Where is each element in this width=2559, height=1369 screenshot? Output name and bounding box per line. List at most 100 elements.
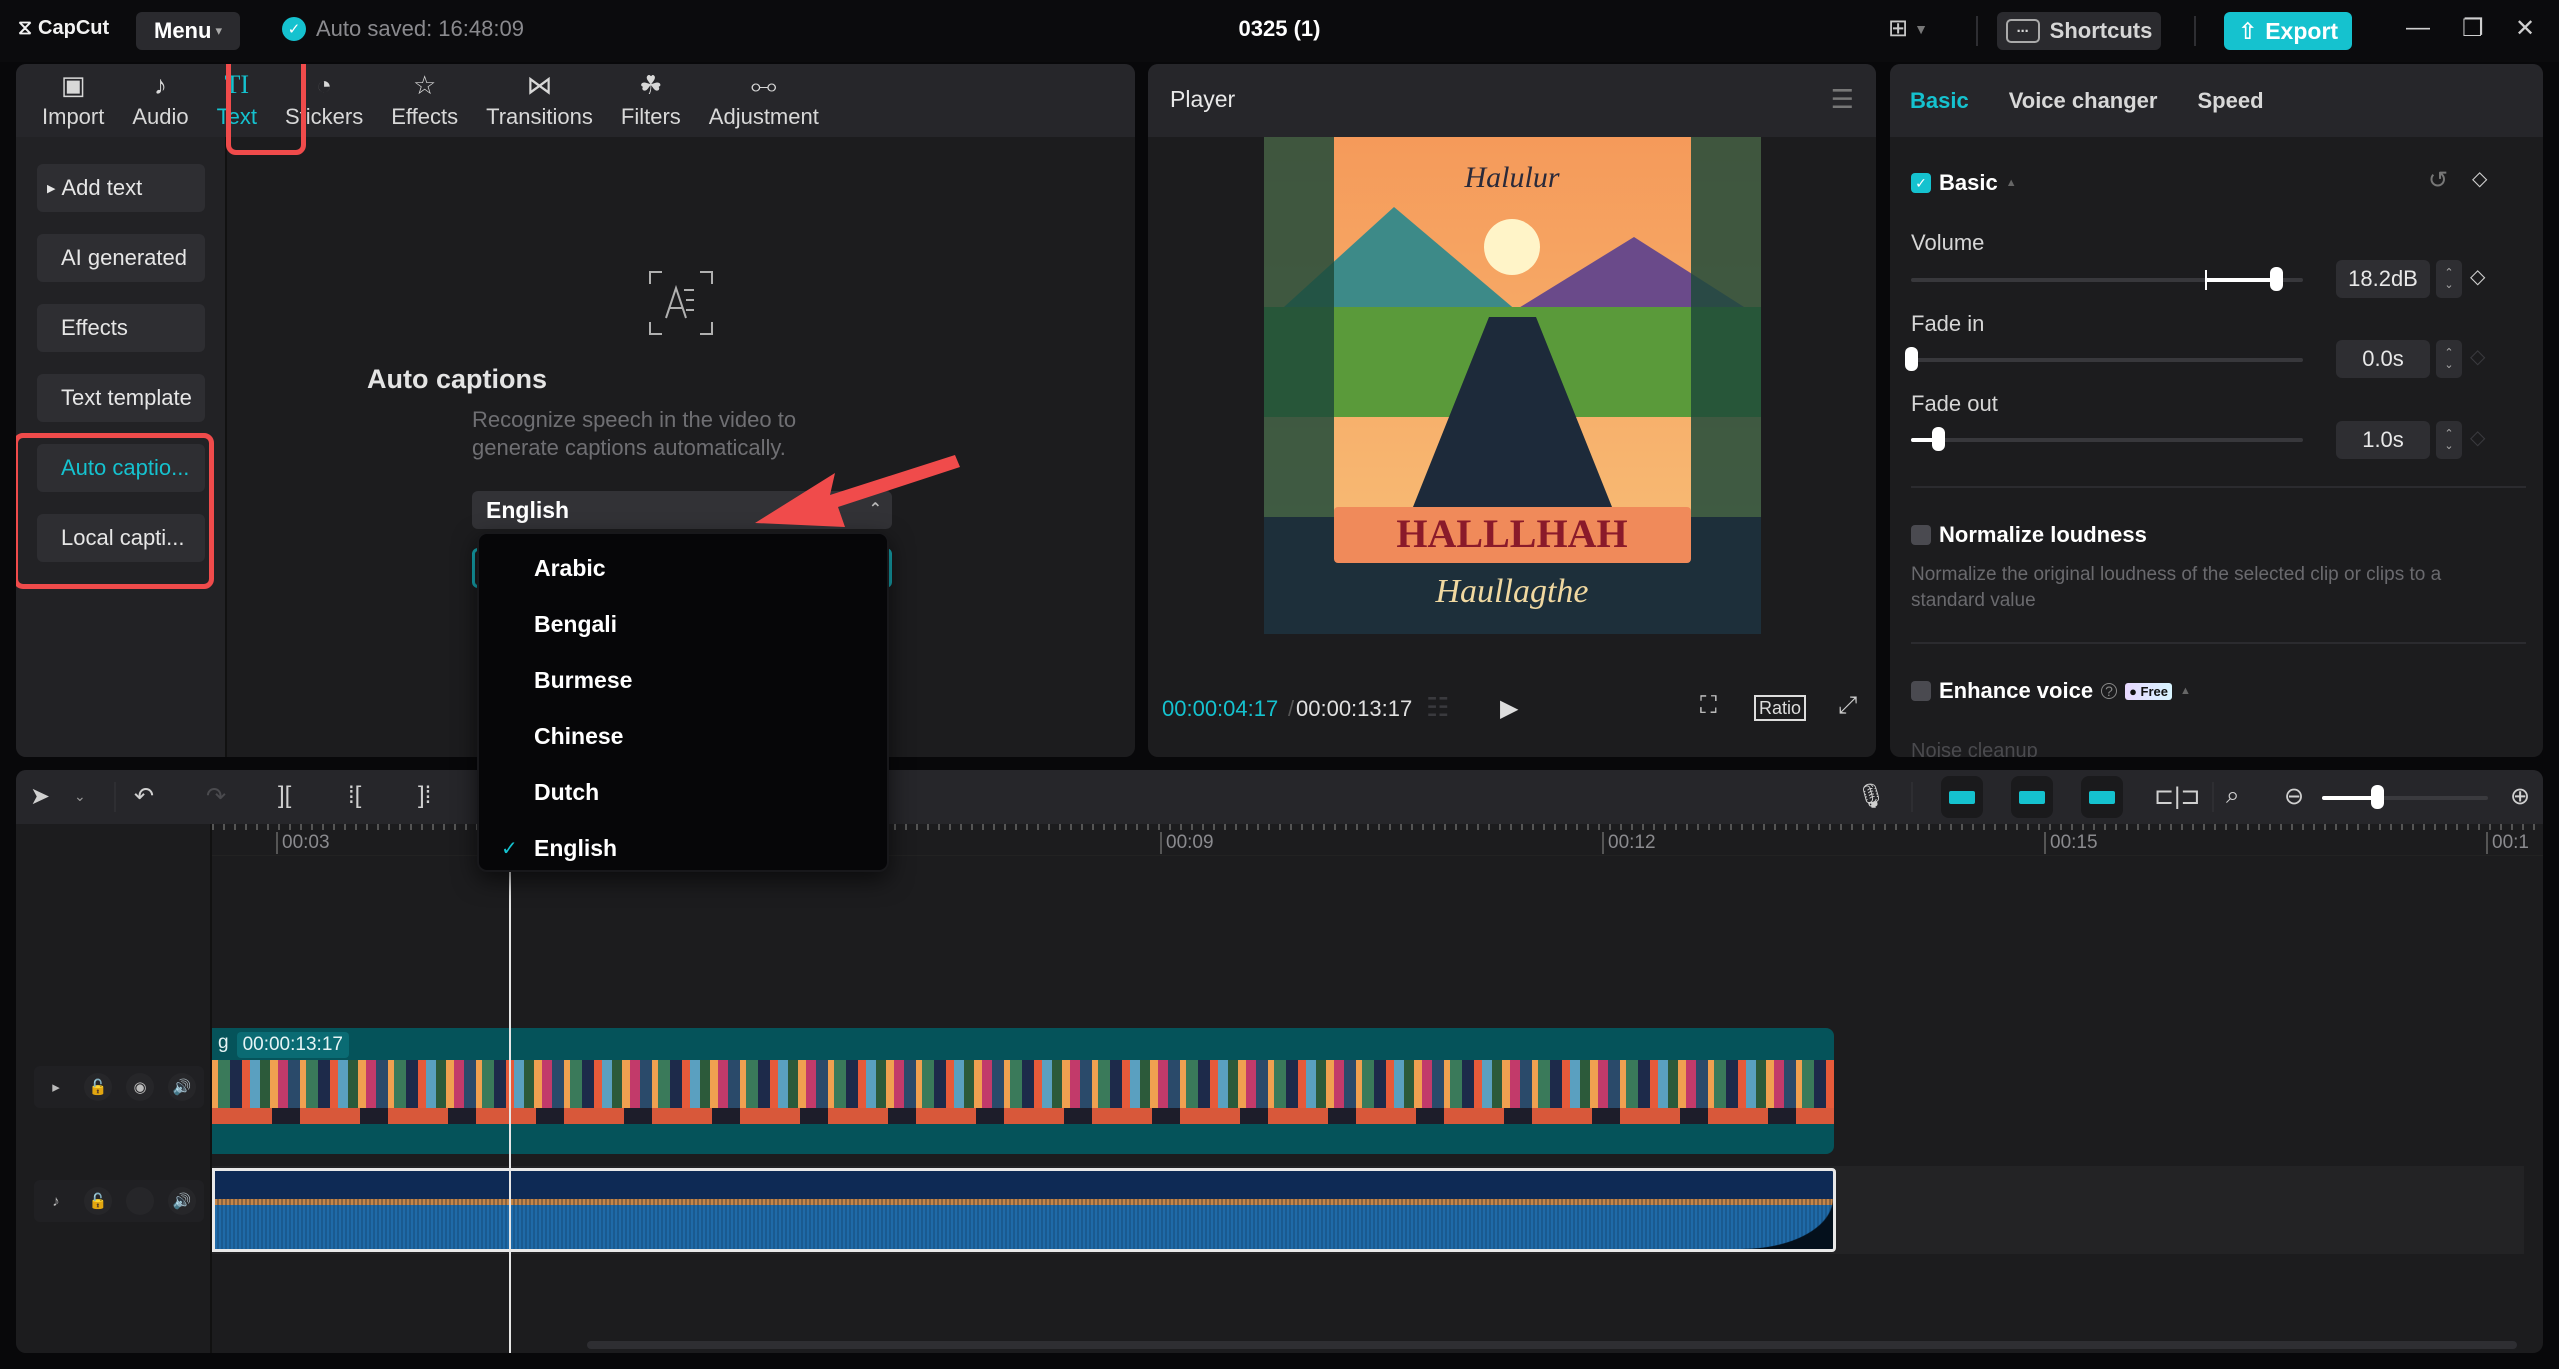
ruler-label: 00:12 [1602, 832, 1656, 854]
sidebar-item-add-text[interactable]: ▶ Add text [37, 164, 205, 212]
collapse-caret-icon[interactable]: ▲ [2006, 177, 2017, 189]
delete-right-icon[interactable]: ]⁞ [418, 782, 431, 810]
fade-in-keyframe-icon: ◇ [2470, 346, 2486, 368]
playhead[interactable] [509, 824, 511, 1353]
volume-keyframe-icon[interactable]: ◇ [2470, 264, 2485, 289]
tab-transitions[interactable]: ⋈ Transitions [472, 64, 607, 137]
export-button[interactable]: ⇧ Export [2224, 12, 2352, 50]
fade-in-value[interactable]: 0.0s [2336, 340, 2430, 378]
snap-icon [2019, 790, 2045, 804]
volume-value[interactable]: 18.2dB [2336, 260, 2430, 298]
normalize-description: Normalize the original loudness of the s… [1911, 564, 2442, 611]
divider [1976, 16, 1978, 46]
fade-out-value[interactable]: 1.0s [2336, 421, 2430, 459]
basic-checkbox[interactable]: ✓ [1911, 173, 1931, 193]
annotation-arrow-icon [755, 455, 960, 527]
volume-stepper[interactable]: ⌃ ⌄ [2436, 260, 2462, 298]
tab-voice-changer[interactable]: Voice changer [2009, 88, 2158, 114]
fullscreen-icon[interactable]: ⤢ [1838, 692, 1857, 720]
fade-out-keyframe-icon: ◇ [2470, 427, 2486, 449]
delete-left-icon[interactable]: ⁞[ [348, 782, 361, 810]
zoom-in-icon[interactable]: ⊕ [2510, 782, 2530, 811]
volume-label: Volume [1911, 230, 1985, 255]
sidebar-item-text-template[interactable]: Text template [37, 374, 205, 422]
normalize-checkbox[interactable] [1911, 525, 1931, 545]
zoom-view-icon[interactable]: ⛶ [1700, 692, 1717, 720]
play-icon[interactable]: ▶ [1500, 694, 1518, 723]
fade-in-stepper[interactable]: ⌃ ⌄ [2436, 340, 2462, 378]
tab-filters[interactable]: ☘ Filters [607, 64, 695, 137]
language-option-chinese[interactable]: Chinese [479, 708, 887, 764]
speaker-icon[interactable]: 🔊 [168, 1073, 196, 1101]
timeline-zoom-knob[interactable] [2370, 785, 2384, 809]
shortcuts-button[interactable]: ⋯ Shortcuts [1997, 12, 2161, 50]
auto-captions-title: Auto captions [367, 364, 547, 394]
caret-right-icon: ▶ [47, 182, 56, 195]
player-header: Player ☰ [1148, 64, 1876, 137]
hamburger-menu-icon[interactable]: ☰ [1831, 84, 1854, 115]
audio-icon: ♪ [154, 69, 167, 100]
select-tool-icon[interactable]: ➤ [30, 782, 50, 811]
speaker-icon[interactable]: 🔊 [168, 1187, 196, 1215]
free-badge: ● Free [2125, 682, 2173, 700]
video-preview[interactable]: HALLLHAH Haullagthe Halulur [1264, 137, 1761, 634]
volume-slider[interactable] [1911, 267, 2303, 291]
tab-basic[interactable]: Basic [1910, 88, 1969, 114]
timecode-grid-icon[interactable]: ☷ [1426, 692, 1449, 723]
ruler-label: 00:15 [2044, 832, 2098, 854]
timeline-toolbar: ➤ ⌄ ↶ ↷ ][ ⁞[ ]⁞ 🎙 ⊏|⊐ ⌕ ⊖ ⊕ [16, 770, 2543, 824]
ratio-button[interactable]: Ratio [1754, 695, 1807, 721]
undo-icon[interactable]: ↶ [134, 782, 154, 811]
zoom-to-fit-icon[interactable]: ⌕ [2226, 782, 2239, 810]
language-option-bengali[interactable]: Bengali [479, 596, 887, 652]
audio-clip[interactable] [212, 1168, 1836, 1252]
tab-effects[interactable]: ☆ Effects [377, 64, 472, 137]
volume-slider-knob[interactable] [2269, 267, 2283, 291]
fade-in-slider-knob[interactable] [1905, 347, 1918, 371]
title-bar: ⧖ CapCut Menu ▾ ✓ Auto saved: 16:48:09 0… [0, 0, 2559, 62]
help-icon[interactable]: ? [2101, 683, 2118, 699]
fade-in-slider[interactable] [1905, 347, 2303, 371]
fade-out-stepper[interactable]: ⌃ ⌄ [2436, 421, 2462, 459]
restore-icon[interactable]: ❐ [2462, 14, 2484, 43]
tab-adjustment[interactable]: ⧟ Adjustment [695, 64, 833, 137]
split-icon[interactable]: ][ [278, 782, 291, 810]
language-option-burmese[interactable]: Burmese [479, 652, 887, 708]
lock-icon[interactable]: 🔓 [84, 1187, 112, 1215]
eye-icon[interactable]: ◉ [126, 1073, 154, 1101]
sidebar-item-ai-generated[interactable]: AI generated [37, 234, 205, 282]
microphone-icon[interactable]: 🎙 [1856, 782, 1886, 811]
linkage-button[interactable] [2081, 776, 2123, 818]
music-note-icon: ♪ [52, 1192, 60, 1210]
layout-button[interactable]: ⊞ ▼ [1888, 14, 1928, 43]
timeline-zoom-slider[interactable] [2322, 785, 2488, 809]
keyframe-diamond-icon[interactable]: ◇ [2472, 166, 2487, 191]
ruler-label: 00:1 [2486, 832, 2529, 854]
fade-out-slider[interactable] [1911, 427, 2303, 451]
language-option-dutch[interactable]: Dutch [479, 764, 887, 820]
sidebar-item-effects[interactable]: Effects [37, 304, 205, 352]
ruler-label: 00:09 [1160, 832, 1214, 854]
video-track-header: ▸ 🔓 ◉ 🔊 [34, 1066, 204, 1108]
redo-icon: ↷ [206, 783, 227, 810]
video-clip[interactable]: g 00:00:13:17 [212, 1028, 1834, 1154]
minimize-icon[interactable]: — [2406, 14, 2430, 42]
auto-snapping-button[interactable] [2011, 776, 2053, 818]
lock-icon[interactable]: 🔓 [84, 1073, 112, 1101]
tab-import[interactable]: ▣ Import [28, 64, 118, 137]
collapse-caret-icon[interactable]: ▲ [2180, 685, 2191, 697]
tab-audio[interactable]: ♪ Audio [118, 64, 202, 137]
tab-speed[interactable]: Speed [2197, 88, 2263, 114]
enhance-voice-checkbox[interactable] [1911, 681, 1931, 701]
main-track-magnet-button[interactable] [1941, 776, 1983, 818]
preview-axis-icon[interactable]: ⊏|⊐ [2154, 782, 2200, 811]
fade-out-slider-knob[interactable] [1932, 427, 1946, 451]
timeline-horizontal-scrollbar[interactable] [587, 1341, 2517, 1349]
language-option-arabic[interactable]: Arabic [479, 540, 887, 596]
chevron-down-icon[interactable]: ⌄ [74, 788, 86, 805]
reset-icon[interactable]: ↺ [2428, 166, 2448, 195]
divider [1911, 782, 1913, 812]
close-icon[interactable]: ✕ [2515, 14, 2535, 43]
zoom-out-icon[interactable]: ⊖ [2284, 782, 2304, 811]
language-option-english[interactable]: ✓ English [479, 820, 887, 876]
